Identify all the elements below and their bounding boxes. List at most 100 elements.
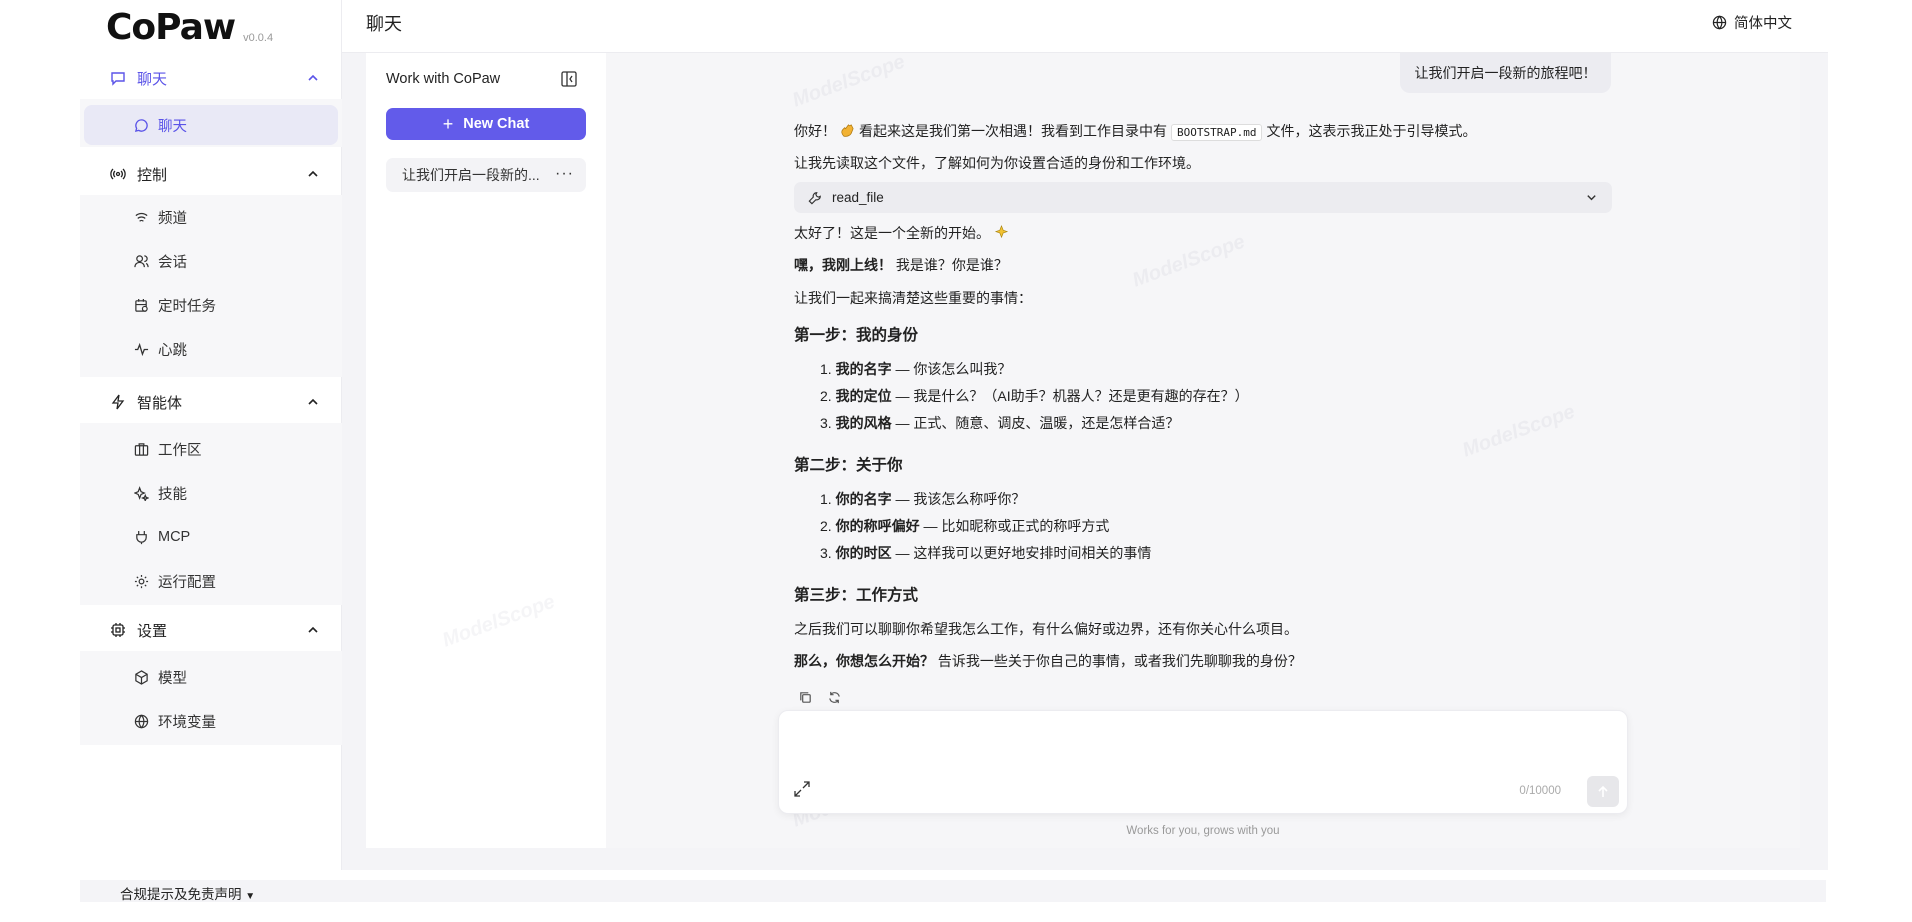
sidebar-item-label: 环境变量	[158, 714, 216, 731]
nav-sub-settings: 模型 环境变量	[80, 651, 342, 745]
session-item[interactable]: 让我们开启一段新的... ···	[386, 158, 586, 192]
sidebar-item-label: 定时任务	[158, 298, 216, 315]
sidebar-collapse-icon[interactable]	[560, 70, 578, 88]
list-number: 2.	[820, 518, 832, 534]
message-input[interactable]	[795, 725, 1605, 775]
compliance-link[interactable]: 合规提示及免责声明 ▼	[120, 883, 255, 903]
regenerate-icon[interactable]	[827, 690, 842, 705]
sidebar-item-skills[interactable]: 技能	[84, 473, 338, 513]
list-item: 3. 我的风格 — 正式、随意、调皮、温暖，还是怎样合适？	[820, 413, 1179, 433]
chat-bubble-icon	[134, 118, 149, 133]
user-message-text: 让我们开启一段新的旅程吧！	[1414, 65, 1597, 81]
text-segment: 你好！	[794, 123, 836, 139]
section-heading: 第三步：工作方式	[794, 587, 919, 604]
text-segment: — 你该怎么叫我？	[891, 361, 1012, 377]
top-header: 聊天 简体中文	[342, 0, 1828, 53]
nav-sub-chat: 聊天	[80, 99, 342, 147]
heartbeat-icon	[134, 342, 149, 357]
users-icon	[134, 254, 149, 269]
app-logo: CoPaw	[106, 7, 236, 48]
nav-sub-control: 频道 会话 定时任务 心跳	[80, 195, 342, 377]
chevron-down-icon[interactable]	[1585, 191, 1598, 204]
sidebar-item-channels[interactable]: 频道	[84, 197, 338, 237]
chevron-up-icon	[308, 74, 318, 81]
language-label: 简体中文	[1734, 16, 1792, 32]
sidebar-item-label: 运行配置	[158, 574, 216, 591]
text-segment: 告诉我一些关于你自己的事情，或者我们先聊聊我的身份？	[934, 653, 1302, 669]
wrench-icon	[808, 191, 822, 205]
char-count: 0/10000	[1519, 785, 1561, 797]
session-title: 让我们开启一段新的...	[402, 167, 540, 183]
sidebar-item-models[interactable]: 模型	[84, 657, 338, 697]
bold-text: 我的定位	[835, 388, 892, 404]
arrow-up-icon	[1598, 785, 1608, 797]
sidebar-item-mcp[interactable]: MCP	[84, 517, 338, 557]
sidebar-item-chat[interactable]: 聊天	[84, 105, 338, 145]
zap-icon	[110, 394, 126, 410]
list-item: 3. 你的时区 — 这样我可以更好地安排时间相关的事情	[820, 543, 1151, 563]
list-item: 1. 你的名字 — 我该怎么称呼你？	[820, 489, 1025, 509]
inline-code: BOOTSTRAP.md	[1171, 124, 1263, 141]
assistant-text: 太好了！这是一个全新的开始。	[794, 223, 1013, 243]
more-options-icon[interactable]: ···	[555, 165, 574, 183]
text-segment: — 比如昵称或正式的称呼方式	[919, 518, 1110, 534]
bold-text: 那么，你想怎么开始？	[794, 653, 934, 669]
assistant-text: 让我先读取这个文件，了解如何为你设置合适的身份和工作环境。	[794, 155, 1200, 171]
text-segment: — 我是什么？（AI助手？机器人？还是更有趣的存在？）	[891, 388, 1249, 404]
tool-call-card[interactable]: read_file	[794, 182, 1612, 213]
list-number: 3.	[820, 415, 832, 431]
sidebar-item-workspace[interactable]: 工作区	[84, 429, 338, 469]
briefcase-icon	[134, 442, 149, 457]
text-segment: — 我该怎么称呼你？	[891, 491, 1026, 507]
text-segment: 太好了！这是一个全新的开始。	[794, 225, 990, 241]
wifi-icon	[134, 210, 149, 225]
sidebar-item-env-vars[interactable]: 环境变量	[84, 701, 338, 741]
nav-group-label: 设置	[137, 622, 168, 640]
tagline: Works for you, grows with you	[1126, 825, 1280, 837]
nav-group-control[interactable]: 控制	[80, 157, 342, 191]
section-heading: 第一步：我的身份	[794, 327, 919, 344]
new-chat-button[interactable]: + New Chat	[386, 108, 586, 140]
plus-icon: +	[442, 114, 454, 134]
logo: CoPaw v0.0.4	[106, 6, 273, 50]
chevron-up-icon	[308, 398, 318, 405]
new-chat-label: New Chat	[463, 116, 530, 132]
sidebar-item-runtime-config[interactable]: 运行配置	[84, 561, 338, 601]
assistant-text: 你好！ 看起来这是我们第一次相遇！我看到工作目录中有 BOOTSTRAP.md 文件，…	[794, 121, 1476, 141]
sidebar-item-scheduled-tasks[interactable]: 定时任务	[84, 285, 338, 325]
sidebar-item-label: 模型	[158, 670, 187, 687]
text-segment: — 这样我可以更好地安排时间相关的事情	[891, 545, 1152, 561]
text-segment: 看起来这是我们第一次相遇！我看到工作目录中有	[859, 123, 1167, 139]
sidebar-item-sessions[interactable]: 会话	[84, 241, 338, 281]
cube-icon	[134, 669, 149, 685]
chevron-up-icon	[308, 626, 318, 633]
sidebar-item-label: 心跳	[158, 342, 187, 359]
sidebar-item-label: 技能	[158, 486, 187, 503]
user-message-bubble: 让我们开启一段新的旅程吧！	[1400, 53, 1611, 93]
bold-text: 你的名字	[835, 491, 892, 507]
send-button[interactable]	[1587, 776, 1619, 807]
cpu-icon	[110, 622, 126, 638]
language-switcher[interactable]: 简体中文	[1712, 12, 1792, 33]
compliance-label: 合规提示及免责声明	[120, 887, 242, 902]
nav-group-settings[interactable]: 设置	[80, 613, 342, 647]
list-item: 2. 我的定位 — 我是什么？（AI助手？机器人？还是更有趣的存在？）	[820, 386, 1249, 406]
sidebar-item-label: 会话	[158, 254, 187, 271]
nav-group-chat[interactable]: 聊天	[80, 61, 342, 95]
gear-icon	[134, 574, 149, 589]
sparkle-star-icon	[994, 225, 1009, 239]
nav-group-label: 智能体	[137, 394, 183, 412]
expand-icon[interactable]	[793, 780, 811, 798]
sidebar-item-label: MCP	[158, 529, 191, 545]
sidebar: CoPaw v0.0.4 聊天 聊天 控制 频道 会话 定时任务 心跳 智能体 …	[80, 0, 342, 870]
list-number: 2.	[820, 388, 832, 404]
list-item: 1. 我的名字 — 你该怎么叫我？	[820, 359, 1011, 379]
text-segment: — 正式、随意、调皮、温暖，还是怎样合适？	[891, 415, 1180, 431]
panel-title: Work with CoPaw	[386, 71, 501, 87]
nav-group-agent[interactable]: 智能体	[80, 385, 342, 419]
copy-icon[interactable]	[798, 690, 813, 705]
sidebar-item-heartbeat[interactable]: 心跳	[84, 329, 338, 369]
bold-text: 你的时区	[835, 545, 892, 561]
chevron-up-icon	[308, 170, 318, 177]
list-number: 3.	[820, 545, 832, 561]
